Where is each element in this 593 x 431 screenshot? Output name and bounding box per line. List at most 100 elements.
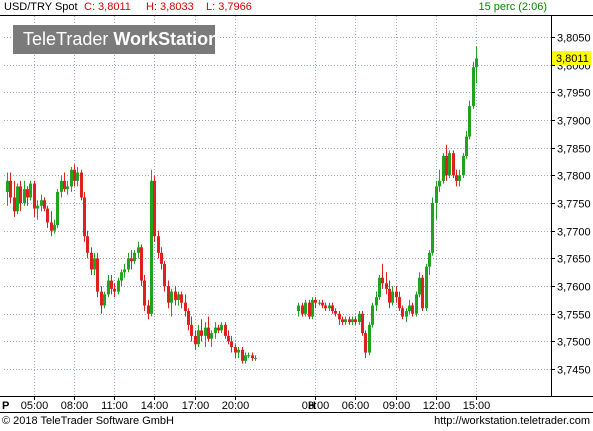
candle: [361, 311, 364, 336]
candle-body: [200, 330, 203, 336]
chart-background: [0, 0, 593, 431]
candle-body: [247, 355, 250, 357]
candle-body: [127, 258, 130, 270]
candle-body: [197, 330, 200, 345]
candle-body: [147, 305, 150, 314]
candle-body: [217, 327, 220, 331]
y-tick-label: 3,7600: [557, 282, 591, 294]
candle-body: [227, 335, 230, 342]
candle-body: [438, 180, 441, 187]
candle-body: [442, 155, 445, 181]
candle-body: [90, 252, 93, 270]
candle-body: [29, 183, 32, 198]
candle-body: [418, 277, 421, 295]
candle-body: [448, 153, 451, 176]
close-price-label: C: 3,8011: [84, 1, 131, 13]
candle: [311, 297, 314, 320]
candle: [452, 150, 455, 179]
x-tick-label: 12:00: [423, 400, 451, 412]
candle-body: [364, 333, 367, 353]
candle: [462, 153, 465, 179]
candle: [153, 175, 156, 242]
candle-body: [401, 308, 404, 317]
candle-body: [328, 305, 331, 309]
candle-body: [207, 327, 210, 339]
candle-body: [241, 349, 244, 361]
candle-body: [100, 291, 103, 306]
candle-body: [341, 319, 344, 323]
price-chart[interactable]: 3,80503,80003,79503,79003,78503,78003,77…: [0, 0, 593, 431]
candle-body: [368, 324, 371, 353]
candle-body: [190, 324, 193, 336]
candle: [448, 150, 451, 179]
candle-body: [455, 175, 458, 181]
x-tick-label: 17:00: [182, 400, 210, 412]
candle: [425, 263, 428, 311]
candle: [56, 189, 59, 228]
candle: [431, 197, 434, 256]
candle: [80, 169, 83, 201]
candle-body: [220, 324, 223, 331]
last-price-label: 3,8011: [556, 53, 589, 65]
candle-body: [475, 58, 478, 68]
candle-body: [431, 203, 434, 253]
candle-body: [435, 186, 438, 203]
candle-body: [56, 191, 59, 226]
candle-body: [385, 283, 388, 289]
x-tick-label: 05:00: [21, 400, 49, 412]
x-tick-label: 08:00: [61, 400, 89, 412]
y-tick-label: 3,8050: [557, 33, 591, 45]
candle-body: [210, 333, 213, 339]
candle-body: [224, 324, 227, 336]
candle-body: [421, 277, 424, 309]
candle-body: [314, 299, 317, 303]
candle: [140, 244, 143, 287]
candle-body: [16, 186, 19, 212]
candle-body: [351, 319, 354, 323]
candle-body: [53, 225, 56, 231]
candle-body: [254, 358, 257, 360]
candle-body: [411, 305, 414, 314]
candle-body: [170, 291, 173, 303]
candle-body: [133, 252, 136, 262]
candle-body: [70, 169, 73, 187]
candle-body: [358, 313, 361, 323]
candle-body: [103, 294, 106, 306]
candle-body: [130, 258, 133, 262]
candle-body: [472, 67, 475, 107]
candle: [96, 252, 99, 298]
candle-body: [123, 269, 126, 273]
candle-body: [43, 200, 46, 209]
candle-body: [80, 172, 83, 198]
candle-body: [331, 305, 334, 311]
candle: [442, 153, 445, 184]
candle-body: [462, 155, 465, 176]
candle-body: [318, 302, 321, 304]
candle-body: [83, 197, 86, 237]
watermark-product: WorkStation: [113, 29, 220, 49]
candle: [371, 302, 374, 328]
y-tick-label: 3,7750: [557, 199, 591, 211]
candle-body: [174, 291, 177, 300]
last-price-marker: 3,8011: [552, 51, 591, 65]
candle-body: [46, 208, 49, 223]
candle-body: [324, 305, 327, 309]
candle-body: [153, 180, 156, 237]
candle-body: [187, 311, 190, 325]
candle-body: [76, 172, 79, 181]
candle-body: [388, 288, 391, 303]
y-tick-label: 3,7850: [557, 144, 591, 156]
candle-body: [26, 189, 29, 198]
y-tick-label: 3,7950: [557, 88, 591, 100]
candle-body: [177, 294, 180, 300]
website-link[interactable]: http://workstation.teletrader.com: [434, 415, 590, 427]
candle-body: [445, 155, 448, 176]
x-tick-label: 14:00: [141, 400, 169, 412]
watermark-brand: TeleTrader: [23, 29, 109, 49]
candle-body: [428, 252, 431, 267]
y-tick-label: 3,7800: [557, 171, 591, 183]
candle-body: [143, 280, 146, 306]
candle-body: [137, 247, 140, 253]
candle-body: [398, 297, 401, 309]
candle-body: [60, 180, 63, 192]
